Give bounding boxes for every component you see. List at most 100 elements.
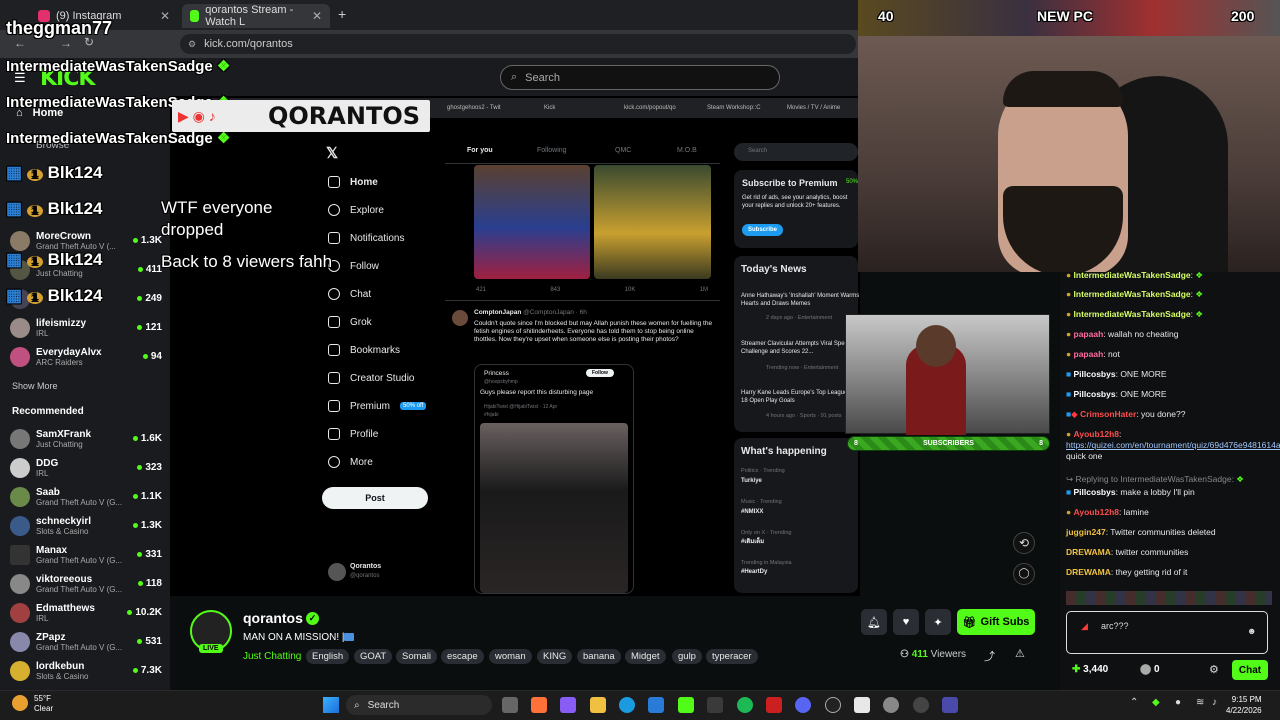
viewer-count: ⚇ 411 Viewers	[900, 649, 967, 660]
tab-kick[interactable]: qorantos Stream - Watch L ✕	[182, 4, 330, 28]
points-icon: ✚	[1072, 664, 1081, 675]
close-tab-icon[interactable]: ✕	[312, 9, 322, 23]
app-icon[interactable]	[707, 697, 723, 713]
tag[interactable]: GOAT	[354, 649, 393, 664]
settings-icon[interactable]	[883, 697, 899, 713]
rocket-icon	[328, 372, 340, 384]
site-info-icon[interactable]: ⚙	[188, 39, 196, 50]
sidebar-channel[interactable]: Saab Grand Theft Auto V (G... 1.1K	[0, 482, 170, 511]
sidebar-channel[interactable]: EverydayAlvx ARC Raiders 94	[0, 342, 170, 371]
edge-icon[interactable]	[619, 697, 635, 713]
x-post-button: Post	[322, 487, 428, 509]
tweet-photo	[474, 165, 590, 279]
tray-app-icon[interactable]: ●	[1175, 697, 1181, 708]
sidebar-channel[interactable]: Edmatthews IRL 10.2K	[0, 598, 170, 627]
avatar	[10, 457, 30, 478]
news-meta: Trending now · Entertainment	[766, 365, 839, 371]
wifi-icon[interactable]: ≋	[1196, 697, 1204, 708]
volume-icon[interactable]: ♪	[1212, 697, 1217, 708]
url-field[interactable]: ⚙ kick.com/qorantos	[180, 34, 856, 54]
sidebar-channel[interactable]: viktoreeous Grand Theft Auto V (G... 118	[0, 569, 170, 598]
weather-icon[interactable]	[12, 695, 28, 711]
close-tab-icon[interactable]: ✕	[160, 9, 170, 23]
sidebar-channel[interactable]: lordkebun Slots & Casino 7.3K	[0, 656, 170, 685]
explore-icon	[328, 204, 340, 216]
share-icon[interactable]: ⤴	[984, 648, 995, 664]
x-profile-handle: @qorantos	[350, 573, 380, 579]
sparkle-button[interactable]: ✦	[925, 609, 951, 635]
weather-widget[interactable]: 55°F Clear	[34, 694, 53, 714]
discord-icon[interactable]	[795, 697, 811, 713]
sidebar-channel[interactable]: ZPapz Grand Theft Auto V (G... 531	[0, 627, 170, 656]
tag[interactable]: KING	[537, 649, 573, 664]
firefox-icon[interactable]	[531, 697, 547, 713]
notification-bell-button[interactable]: 🔔︎	[861, 609, 887, 635]
app-icon[interactable]	[942, 697, 958, 713]
chat-send-button[interactable]: Chat	[1232, 660, 1268, 680]
x-nav-home: Home	[328, 176, 378, 188]
channel-points[interactable]: ✚ 3,440	[1072, 664, 1108, 675]
tag[interactable]: Midget	[625, 649, 666, 664]
gift-subs-button[interactable]: 🎁︎ Gift Subs	[957, 609, 1035, 635]
x-profile-name: Qorantos	[350, 563, 382, 570]
file-explorer-icon[interactable]	[590, 697, 606, 713]
chat-message: ■ Pillcosbys: ONE MORE	[1066, 369, 1167, 379]
secondary-points[interactable]: ⬤ 0	[1140, 664, 1160, 675]
tag[interactable]: woman	[489, 649, 532, 664]
show-more-link[interactable]: Show More	[12, 381, 58, 391]
chat-settings-icon[interactable]: ⚙	[1209, 663, 1219, 676]
kick-app-icon[interactable]	[678, 697, 694, 713]
x-nav-follow: Follow	[328, 260, 379, 272]
emoji-icon[interactable]: ☻	[1247, 626, 1256, 636]
emote-bar[interactable]	[1066, 591, 1272, 605]
new-tab-button[interactable]: +	[338, 6, 346, 22]
more-icon	[328, 456, 340, 468]
chat-message: ● IntermediateWasTakenSadge: ❖	[1066, 309, 1204, 319]
tag[interactable]: Somali	[396, 649, 438, 664]
streamer-name[interactable]: qorantos	[243, 610, 303, 626]
clock[interactable]: 9:15 PM 4/22/2026	[1226, 694, 1262, 716]
sidebar-channel[interactable]: schneckyirl Slots & Casino 1.3K	[0, 511, 170, 540]
happening-title: What's happening	[741, 446, 827, 457]
chat-message: DREWAMA: they getting rid of it	[1066, 567, 1188, 577]
tag[interactable]: escape	[441, 649, 484, 664]
tray-app-icon[interactable]: ◆	[1152, 697, 1160, 708]
sidebar-channel[interactable]: lifeismizzy IRL 121	[0, 313, 170, 342]
obs-icon[interactable]	[825, 697, 841, 713]
tag[interactable]: gulp	[672, 649, 702, 664]
sparkle-icon: ✦	[933, 616, 943, 629]
search-input[interactable]: ⌕ Search	[500, 65, 780, 90]
chat-link[interactable]: https://quizei.com/en/tournament/quiz/69…	[1066, 440, 1280, 450]
sync-icon[interactable]: ⟲	[1013, 532, 1035, 554]
live-dot	[137, 639, 143, 644]
chat-input[interactable]: ◢ arc??? ☻	[1066, 611, 1268, 654]
overlay-watermark: theggman77	[6, 18, 113, 38]
task-view-icon[interactable]	[502, 697, 518, 713]
copilot-icon[interactable]	[560, 697, 576, 713]
overlay-alert: IntermediateWasTakenSadge ❖	[6, 58, 231, 75]
tray-chevron-icon[interactable]: ⌃	[1130, 697, 1138, 708]
taskbar-search[interactable]: ⌕ Search	[346, 695, 492, 715]
tag[interactable]: typeracer	[706, 649, 758, 664]
windows-start-icon[interactable]	[323, 697, 339, 713]
quoted-name: Princess	[484, 370, 509, 377]
tag[interactable]: English	[306, 649, 350, 664]
follow-heart-button[interactable]: ♥	[893, 609, 919, 635]
store-icon[interactable]	[648, 697, 664, 713]
chat-bubble-icon[interactable]: ◯	[1013, 563, 1035, 585]
reply-icon: ◢	[1081, 621, 1088, 631]
app-icon[interactable]	[913, 697, 929, 713]
news-meta: 2 days ago · Entertainment	[766, 315, 833, 321]
tweet-photo	[594, 165, 711, 279]
sidebar-channel[interactable]: DDG IRL 323	[0, 453, 170, 482]
stream-category[interactable]: Just Chatting	[243, 651, 301, 662]
spotify-icon[interactable]	[737, 697, 753, 713]
stream-title: MAN ON A MISSION! |	[243, 632, 345, 643]
tag[interactable]: banana	[577, 649, 621, 664]
sidebar-channel[interactable]: Manax Grand Theft Auto V (G... 331	[0, 540, 170, 569]
sidebar-channel[interactable]: SamXFrank Just Chatting 1.6K	[0, 424, 170, 453]
report-icon[interactable]: ⚠	[1015, 647, 1025, 660]
app-icon[interactable]	[854, 697, 870, 713]
app-icon[interactable]	[766, 697, 782, 713]
viewers-icon: ⚇	[900, 649, 909, 660]
